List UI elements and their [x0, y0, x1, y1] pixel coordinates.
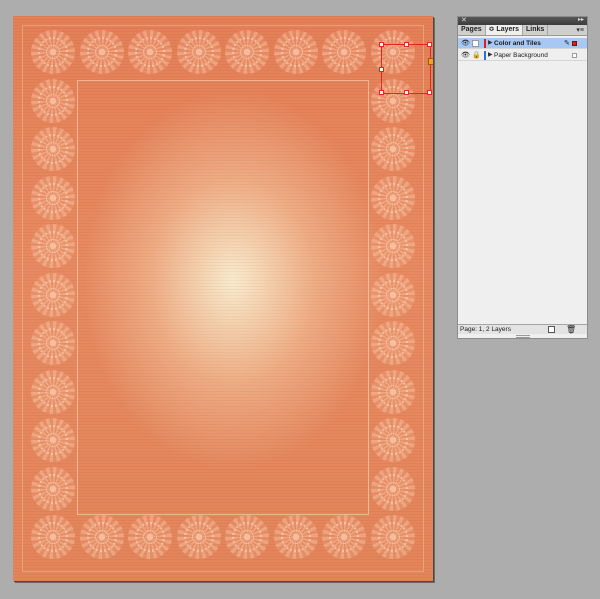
layer-row-paper-background[interactable]: 👁 🔒 ▶ Paper Background	[458, 50, 587, 61]
doily-tile	[128, 30, 172, 74]
doily-tile	[79, 515, 124, 559]
expand-arrow-icon[interactable]: ▶	[488, 51, 493, 60]
doily-tile	[370, 224, 415, 268]
doily-tile	[225, 30, 269, 74]
doily-tile	[31, 224, 75, 268]
doily-tile	[31, 272, 75, 317]
selection-handle[interactable]	[427, 90, 432, 95]
new-layer-icon[interactable]	[548, 326, 555, 333]
selection-handle[interactable]	[379, 67, 384, 72]
layers-panel: ✕ ▸▸ Pages ≎ Layers Links ▾≡ 👁 ▶ Color a…	[457, 16, 588, 339]
selection-handle[interactable]	[404, 90, 409, 95]
trash-icon[interactable]: 🗑	[566, 325, 576, 334]
layer-color-swatch	[484, 51, 486, 60]
close-icon[interactable]: ✕	[461, 16, 467, 24]
doily-tile	[322, 30, 366, 74]
doily-tile	[79, 30, 124, 74]
doily-tile	[31, 418, 75, 462]
doily-tile	[370, 418, 415, 462]
frame-in-port-handle[interactable]	[428, 58, 433, 65]
doily-tile	[176, 30, 221, 74]
selected-items-indicator[interactable]	[572, 41, 577, 46]
selection-handle[interactable]	[404, 42, 409, 47]
panel-titlebar[interactable]: ✕ ▸▸	[458, 17, 587, 25]
pen-icon: ✎	[564, 40, 570, 47]
doily-tile	[31, 30, 75, 74]
eye-icon[interactable]: 👁	[461, 40, 470, 47]
panel-footer: Page: 1, 2 Layers 🗑	[458, 324, 587, 334]
tab-links[interactable]: Links	[523, 25, 549, 35]
panel-menu-icon[interactable]: ▾≡	[576, 26, 584, 34]
doily-tile	[322, 515, 366, 559]
selected-items-indicator[interactable]	[572, 53, 577, 58]
lock-icon[interactable]: 🔒	[472, 52, 481, 59]
doily-tile	[31, 369, 75, 414]
doily-tile	[370, 369, 415, 414]
doily-tile	[176, 515, 221, 559]
resize-grip[interactable]	[516, 335, 530, 338]
doily-tile	[370, 127, 415, 171]
doily-tile	[128, 515, 172, 559]
expand-arrow-icon[interactable]: ▶	[488, 39, 493, 48]
doily-tile	[370, 466, 415, 511]
collapse-icon[interactable]: ▸▸	[578, 16, 584, 23]
tab-layers[interactable]: ≎ Layers	[485, 25, 524, 35]
selection-handle[interactable]	[379, 90, 384, 95]
doily-tile	[370, 515, 415, 559]
doily-tile	[31, 78, 75, 123]
layer-row-color-and-tiles[interactable]: 👁 ▶ Color and Tiles ✎	[458, 38, 587, 49]
tab-pages[interactable]: Pages	[458, 25, 486, 35]
doily-tile	[31, 175, 75, 220]
doily-tile	[31, 515, 75, 559]
layer-name[interactable]: Color and Tiles	[494, 39, 541, 48]
selection-handle[interactable]	[379, 42, 384, 47]
doily-tile	[273, 515, 318, 559]
document-page[interactable]	[13, 16, 433, 581]
doily-tile	[225, 515, 269, 559]
layer-color-swatch	[484, 39, 486, 48]
eye-icon[interactable]: 👁	[461, 52, 470, 59]
doily-tile-border	[13, 16, 433, 581]
doily-tile	[31, 127, 75, 171]
doily-tile	[370, 175, 415, 220]
doily-tile	[370, 272, 415, 317]
doily-tile	[370, 321, 415, 365]
lock-toggle[interactable]	[472, 40, 479, 47]
layers-status-text: Page: 1, 2 Layers	[460, 326, 511, 333]
doily-tile	[31, 466, 75, 511]
selection-handle[interactable]	[427, 42, 432, 47]
panel-tabs: Pages ≎ Layers Links ▾≡	[458, 25, 587, 36]
layer-name[interactable]: Paper Background	[494, 51, 548, 60]
doily-tile	[273, 30, 318, 74]
doily-tile	[31, 321, 75, 365]
selected-tile-frame[interactable]	[379, 42, 433, 95]
